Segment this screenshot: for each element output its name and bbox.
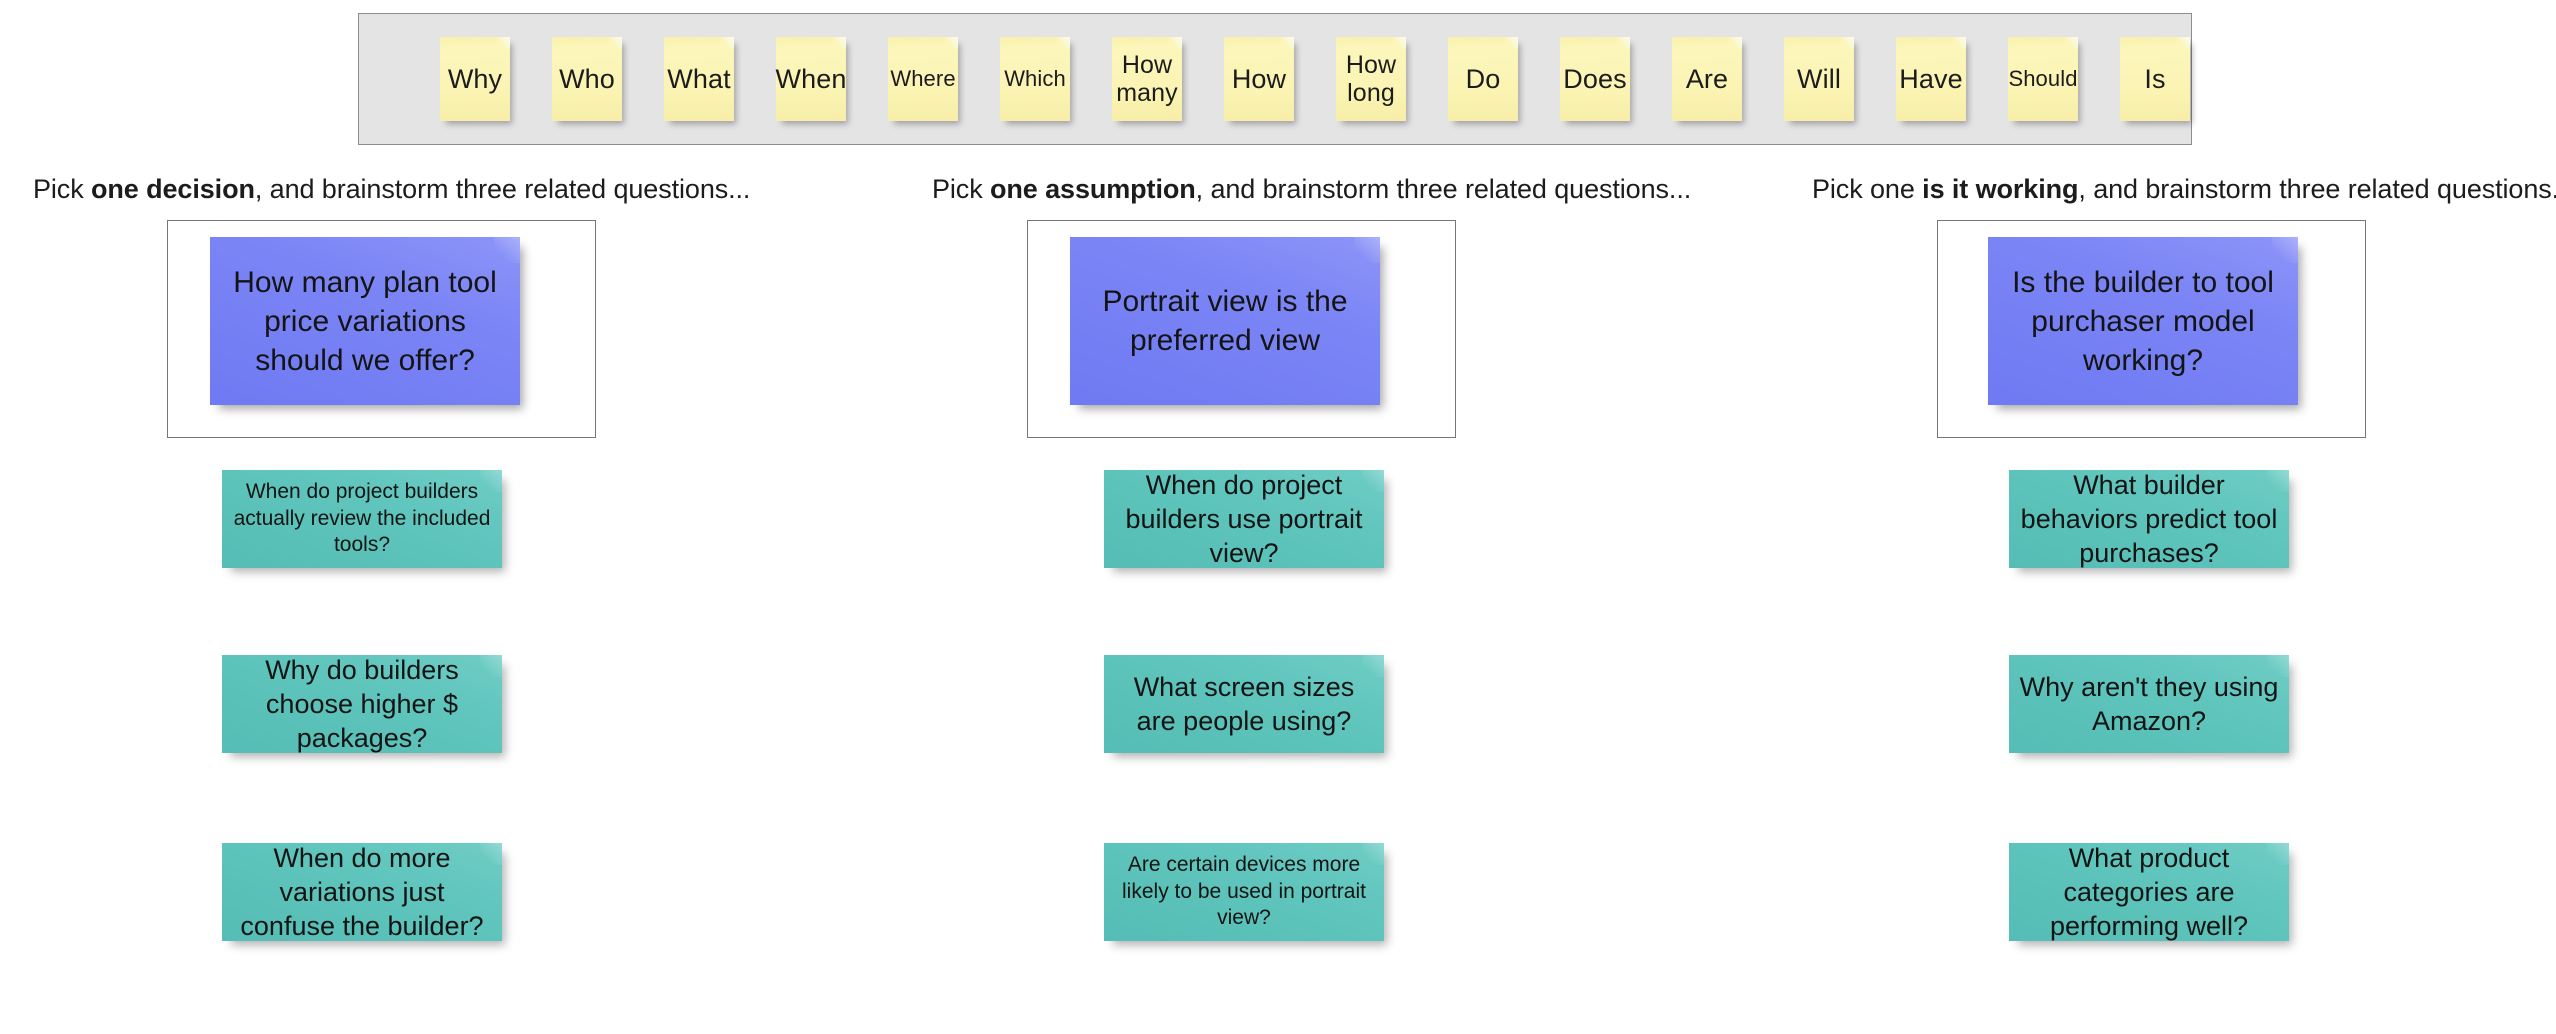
sticky-note-question[interactable]: When do project builders use portrait vi… [1104,470,1384,568]
question-note-text: Why do builders choose higher $ packages… [265,654,459,754]
question-word-slot: What [643,37,755,121]
prompt-emphasis: is it working [1922,174,2079,204]
question-word-slot: Will [1763,37,1875,121]
sticky-note-question-word-does[interactable]: Does [1560,37,1630,121]
question-word-label: Does [1563,63,1627,94]
sticky-note-question-word-have[interactable]: Have [1896,37,1966,121]
question-word-label: Is [2144,63,2166,94]
question-word-slot: How many [1091,37,1203,121]
sticky-note-question-word-do[interactable]: Do [1448,37,1518,121]
sticky-note-question-word-what[interactable]: What [664,37,734,121]
prompt-suffix: , and brainstorm three related questions… [254,174,751,204]
prompt-prefix: Pick [33,174,92,204]
question-word-slot: When [755,37,867,121]
question-word-label: How [1231,63,1287,94]
prompt-prefix: Pick one [1812,174,1923,204]
question-word-label: How many [1116,50,1178,108]
question-word-slot: How [1203,37,1315,121]
question-word-label: Which [1004,66,1066,92]
sticky-note-question[interactable]: What builder behaviors predict tool purc… [2009,470,2289,568]
question-note-text: What builder behaviors predict tool purc… [2020,469,2278,569]
sticky-note-question[interactable]: What product categories are performing w… [2009,843,2289,941]
sticky-note-question-word-where[interactable]: Where [888,37,958,121]
sticky-note-question[interactable]: When do project builders actually review… [222,470,502,568]
question-word-label: Have [1899,63,1963,94]
question-word-label: How long [1345,50,1397,108]
sticky-note-focus-is-it-working[interactable]: Is the builder to tool purchaser model w… [1988,237,2298,405]
prompt-suffix: , and brainstorm three related questions… [2078,174,2556,204]
sticky-note-question-word-which[interactable]: Which [1000,37,1070,121]
question-word-label: Where [890,66,956,92]
question-word-label: Should [2008,66,2078,92]
question-word-slot: Why [419,37,531,121]
question-word-label: What [667,63,731,94]
sticky-note-question-word-when[interactable]: When [776,37,846,121]
sticky-note-question-word-who[interactable]: Who [552,37,622,121]
question-word-slot: Are [1651,37,1763,121]
sticky-note-question[interactable]: What screen sizes are people using? [1104,655,1384,753]
question-word-slot: Have [1875,37,1987,121]
sticky-note-question[interactable]: Why aren't they using Amazon? [2009,655,2289,753]
question-word-label: Will [1797,63,1841,94]
sticky-note-question[interactable]: When do more variations just confuse the… [222,843,502,941]
sticky-note-question-word-how-many[interactable]: How many [1112,37,1182,121]
focus-note-text: Portrait view is the preferred view [1102,285,1348,357]
question-word-panel: Why Who What When Where Which How many H… [358,13,2192,145]
prompt-prefix: Pick [932,174,991,204]
column-prompt-assumption: Pick one assumption, and brainstorm thre… [932,174,1691,205]
sticky-note-question-word-is[interactable]: Is [2120,37,2190,121]
sticky-note-question[interactable]: Why do builders choose higher $ packages… [222,655,502,753]
question-word-label: Are [1685,63,1729,94]
question-word-slot: Do [1427,37,1539,121]
focus-note-text: Is the builder to tool purchaser model w… [2012,265,2274,377]
question-word-slot: Which [979,37,1091,121]
question-note-text: What product categories are performing w… [2049,842,2249,942]
sticky-note-question[interactable]: Are certain devices more likely to be us… [1104,843,1384,941]
column-prompt-is-it-working: Pick one is it working, and brainstorm t… [1812,174,2556,205]
question-word-label: Why [447,63,503,94]
sticky-note-question-word-should[interactable]: Should [2008,37,2078,121]
question-word-label: When [775,63,847,94]
prompt-emphasis: one assumption [990,174,1196,204]
question-word-label: Do [1465,63,1501,94]
question-note-text: Why aren't they using Amazon? [2019,671,2279,736]
sticky-note-focus-decision[interactable]: How many plan tool price variations shou… [210,237,520,405]
sticky-note-question-word-will[interactable]: Will [1784,37,1854,121]
sticky-note-question-word-why[interactable]: Why [440,37,510,121]
question-note-text: When do project builders actually review… [233,480,491,557]
question-word-label: Who [559,63,615,94]
prompt-emphasis: one decision [91,174,255,204]
column-prompt-decision: Pick one decision, and brainstorm three … [33,174,750,205]
sticky-note-question-word-how[interactable]: How [1224,37,1294,121]
question-word-slot: Does [1539,37,1651,121]
prompt-suffix: , and brainstorm three related questions… [1195,174,1692,204]
question-note-text: Are certain devices more likely to be us… [1122,853,1366,930]
question-word-slot: Should [1987,37,2099,121]
focus-note-text: How many plan tool price variations shou… [233,265,497,377]
question-word-slot: Who [531,37,643,121]
question-note-text: When do more variations just confuse the… [240,842,484,942]
question-note-text: What screen sizes are people using? [1133,671,1355,736]
sticky-note-question-word-are[interactable]: Are [1672,37,1742,121]
sticky-note-question-word-how-long[interactable]: How long [1336,37,1406,121]
question-note-text: When do project builders use portrait vi… [1125,469,1363,569]
sticky-note-focus-assumption[interactable]: Portrait view is the preferred view [1070,237,1380,405]
question-word-strip: Why Who What When Where Which How many H… [359,14,2191,144]
question-word-slot: Is [2099,37,2211,121]
question-word-slot: How long [1315,37,1427,121]
question-word-slot: Where [867,37,979,121]
